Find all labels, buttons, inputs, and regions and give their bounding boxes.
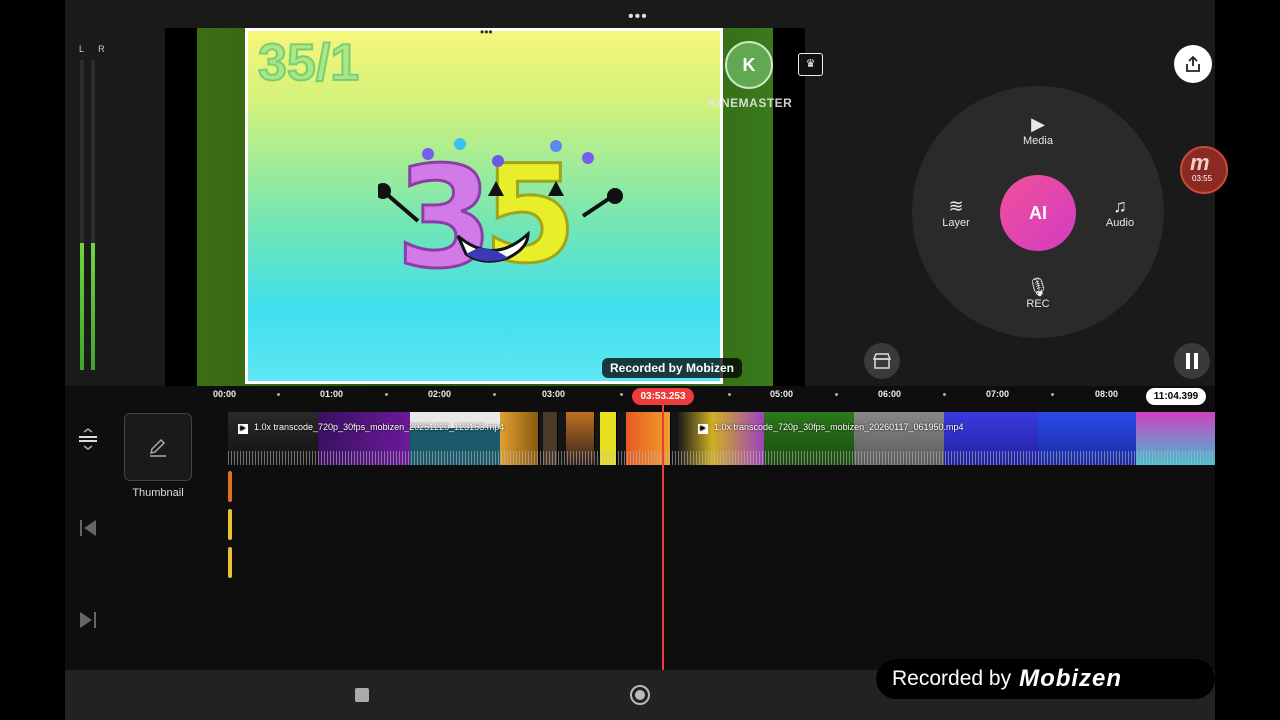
recorded-by-prefix: Recorded by [892,667,1012,690]
recorded-by-badge: Recorded by Mobizen [876,659,1215,699]
svg-text:3: 3 [396,137,493,286]
tick-label: 03:00 [542,389,566,399]
audio-meter-left [80,60,84,370]
media-button[interactable]: ▶ Media [1008,113,1068,147]
recents-icon[interactable] [355,688,369,702]
thumbnail-button[interactable] [124,413,192,481]
tick-label: 01:00 [320,389,344,399]
audio-button[interactable]: ♫ Audio [1090,195,1150,229]
tick-dot [277,393,280,396]
asset-store-button[interactable] [864,343,900,379]
layer-button[interactable]: ≋ Layer [926,195,986,229]
play-clip-icon: ▶ [698,424,708,434]
tick-dot [728,393,731,396]
mobizen-icon: m [1190,150,1210,175]
ai-label: AI [1029,202,1047,223]
export-share-button[interactable] [1174,45,1212,83]
mobizen-time: 03:55 [1192,174,1213,183]
ai-button[interactable]: AI [1000,175,1076,251]
rec-button[interactable]: 🎙 REC [1008,276,1068,310]
audio-label: Audio [1105,217,1135,229]
timeline-resize-icon[interactable] [78,428,98,455]
microphone-icon: 🎙 [1026,277,1050,297]
rec-label: REC [1026,298,1050,310]
meter-channel-labels: L R [79,44,111,54]
clip1-label: 1.0x transcode_720p_30fps_mobizen_202512… [254,422,505,432]
frame-handle-icon: ••• [480,28,493,39]
home-icon[interactable] [630,685,650,705]
total-duration: 11:04.399 [1146,388,1206,405]
play-clip-icon: ▶ [238,424,248,434]
tick-dot [385,393,388,396]
character-35-illustration: 3 5 [378,136,623,286]
crown-icon[interactable]: ♛ [798,53,823,76]
tick-dot [620,393,623,396]
tick-label: 08:00 [1095,389,1119,399]
clip2-label: 1.0x transcode_720p_30fps_mobizen_202601… [714,422,964,432]
tick-label: 05:00 [770,389,794,399]
jump-to-start-icon[interactable] [78,518,98,543]
share-icon [1186,55,1200,72]
pause-button[interactable] [1174,343,1210,379]
kinemaster-watermark: KINEMASTER [708,96,793,110]
tick-dot [943,393,946,396]
recorded-by-small-badge: Recorded by Mobizen [602,358,743,378]
jump-to-end-icon[interactable] [78,610,98,635]
preview-title-overlay: 35/1 [257,33,360,93]
mobizen-brand-logo: Mobizen [1019,665,1123,692]
preview-frame-card: 35/1 ••• 3 5 [245,28,723,384]
tick-dot [1051,393,1054,396]
clip-filename[interactable]: ▶ 1.0x transcode_720p_30fps_mobizen_20251… [238,422,504,434]
audio-meter-right-level [91,242,95,370]
media-folder-icon: ▶ [1031,114,1045,134]
tick-label: 06:00 [878,389,902,399]
clip-filename[interactable]: ▶ 1.0x transcode_720p_30fps_mobizen_20260… [698,422,964,434]
layer-label: Layer [942,217,970,229]
audio-meter-left-level [80,242,84,370]
layer-track-marker[interactable] [228,471,232,502]
tick-dot [493,393,496,396]
layer-track-marker[interactable] [228,509,232,540]
media-label: Media [1023,135,1053,147]
pause-icon [1186,353,1198,369]
audio-waveform [228,451,1215,465]
playhead-time: 03:53.253 [632,388,694,405]
layer-track-marker[interactable] [228,547,232,578]
tick-label: 00:00 [213,389,237,399]
audio-meter-right [91,60,95,370]
tick-label: 02:00 [428,389,452,399]
pencil-icon [149,438,166,457]
playhead-line[interactable] [662,405,664,670]
tick-dot [835,393,838,396]
kinemaster-logo: K [725,41,773,89]
more-menu-icon[interactable]: ••• [628,8,648,26]
video-preview[interactable]: 35/1 ••• 3 5 K KINEMASTER Recorded by Mo… [165,28,805,386]
mobizen-floating-button[interactable]: m 03:55 [1180,146,1228,194]
primary-video-track[interactable]: ▶ 1.0x transcode_720p_30fps_mobizen_20251… [228,412,1215,465]
layers-icon: ≋ [948,196,964,216]
music-note-icon: ♫ [1113,196,1127,216]
thumbnail-label: Thumbnail [132,487,184,499]
store-icon [873,353,891,369]
tick-label: 07:00 [986,389,1010,399]
